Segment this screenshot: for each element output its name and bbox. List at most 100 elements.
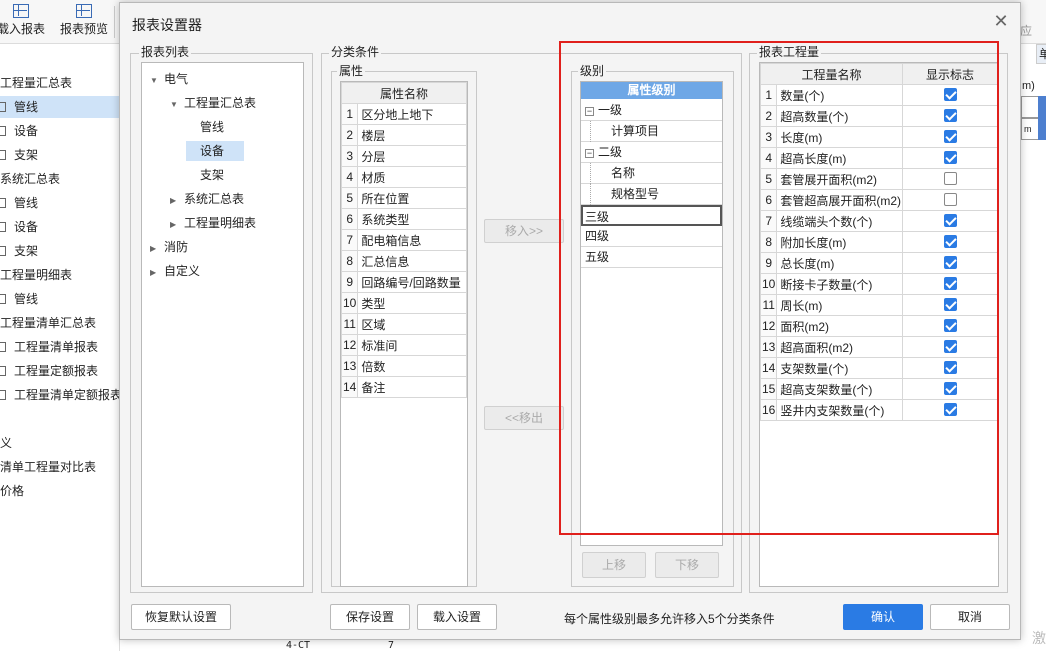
background-tree-item[interactable]: 管线 xyxy=(0,192,119,214)
attribute-row[interactable]: 2 楼层 xyxy=(341,124,467,146)
move-down-button[interactable]: 下移 xyxy=(655,552,719,578)
attribute-row[interactable]: 1 区分地上地下 xyxy=(341,103,467,125)
attribute-name: 系统类型 xyxy=(357,208,467,230)
background-tree-item[interactable]: 管线 xyxy=(0,96,119,118)
move-out-button[interactable]: <<移出 xyxy=(484,406,564,430)
caret-right-icon[interactable]: ▶ xyxy=(170,215,180,235)
caret-right-icon[interactable]: ▶ xyxy=(170,191,180,211)
background-tree-item[interactable]: 工程量清单定额报表 xyxy=(0,384,119,406)
collapse-icon[interactable]: − xyxy=(585,107,594,116)
caret-right-icon[interactable]: ▶ xyxy=(150,239,160,259)
report-tree-item[interactable]: ▶ 消防 xyxy=(150,237,188,257)
report-list-tree[interactable]: ▼ 电气 ▼ 工程量汇总表管线设备支架 ▶ 系统汇总表 ▶ 工程量明细表 ▶ 消防 ▶ 自定义 xyxy=(141,62,304,587)
caret-down-icon[interactable]: ▼ xyxy=(150,71,160,91)
move-in-button[interactable]: 移入>> xyxy=(484,219,564,243)
level-row[interactable]: 计算项目 xyxy=(581,121,722,142)
report-quantities-list[interactable]: 工程量名称 显示标志 1 数量(个) 2 超高数量(个) 3 长度(m) 4 超高长度(m) 5… xyxy=(759,62,999,587)
display-flag-checkbox[interactable] xyxy=(943,319,957,332)
report-preview-button[interactable]: 报表预览 xyxy=(56,2,112,42)
row-number: 14 xyxy=(760,357,778,379)
attribute-row[interactable]: 3 分层 xyxy=(341,145,467,167)
display-flag-checkbox[interactable] xyxy=(943,88,957,101)
display-flag-checkbox[interactable] xyxy=(943,109,957,122)
quantity-name: 面积(m2) xyxy=(776,315,903,337)
report-tree-item[interactable]: 管线 xyxy=(190,117,224,137)
display-flag-checkbox[interactable] xyxy=(943,172,957,185)
attribute-row[interactable]: 5 所在位置 xyxy=(341,187,467,209)
report-tree-item[interactable]: ▶ 系统汇总表 xyxy=(170,189,244,209)
restore-default-button[interactable]: 恢复默认设置 xyxy=(131,604,231,630)
display-flag-checkbox[interactable] xyxy=(943,277,957,290)
quantity-name-header: 工程量名称 xyxy=(760,63,903,85)
report-tree-item[interactable]: ▼ 工程量汇总表 xyxy=(170,93,256,113)
attribute-row[interactable]: 6 系统类型 xyxy=(341,208,467,230)
report-tree-item[interactable]: ▼ 电气 xyxy=(150,69,188,89)
background-tree-item[interactable]: 支架 xyxy=(0,144,119,166)
level-row[interactable]: − 二级 xyxy=(581,142,722,163)
row-number: 10 xyxy=(341,292,359,314)
attributes-list[interactable]: 属性名称 1 区分地上地下 2 楼层 3 分层 4 材质 5 所在位置 6 系统类型 7 配电箱信息 8 汇总… xyxy=(340,81,468,587)
background-tree-item[interactable]: 工程量定额报表 xyxy=(0,360,119,382)
attribute-row[interactable]: 8 汇总信息 xyxy=(341,250,467,272)
report-tree-label: 支架 xyxy=(200,168,225,182)
caret-right-icon[interactable]: ▶ xyxy=(150,263,160,283)
attributes-header: 属性名称 xyxy=(341,82,467,104)
display-flag-checkbox[interactable] xyxy=(943,193,957,206)
display-flag-checkbox[interactable] xyxy=(943,298,957,311)
attribute-row[interactable]: 7 配电箱信息 xyxy=(341,229,467,251)
collapse-icon[interactable]: − xyxy=(585,149,594,158)
level-row[interactable]: 四级 xyxy=(581,226,722,247)
display-flag-checkbox[interactable] xyxy=(943,382,957,395)
close-icon[interactable]: ✕ xyxy=(992,12,1010,30)
report-tree-item[interactable]: 设备 xyxy=(186,141,244,161)
attribute-row[interactable]: 9 回路编号/回路数量 xyxy=(341,271,467,293)
attribute-row[interactable]: 14 备注 xyxy=(341,376,467,398)
save-settings-button[interactable]: 保存设置 xyxy=(330,604,410,630)
background-tree-item[interactable]: 价格 xyxy=(0,480,119,502)
display-flag-checkbox[interactable] xyxy=(943,151,957,164)
levels-tree[interactable]: 属性级别 − 一级 计算项目 − 二级 名称规格型号三级 四级 五级 xyxy=(580,81,723,546)
background-tree-item[interactable]: 工程量清单汇总表 xyxy=(0,312,119,334)
load-report-button[interactable]: 载入报表 xyxy=(0,2,46,42)
attribute-row[interactable]: 10 类型 xyxy=(341,292,467,314)
load-settings-button[interactable]: 载入设置 xyxy=(417,604,497,630)
display-flag-checkbox[interactable] xyxy=(943,403,957,416)
level-row[interactable]: 五级 xyxy=(581,247,722,268)
report-tree-item[interactable]: ▶ 自定义 xyxy=(150,261,200,281)
display-flag-checkbox[interactable] xyxy=(943,340,957,353)
caret-down-icon[interactable]: ▼ xyxy=(170,95,180,115)
levels-header: 属性级别 xyxy=(581,82,722,99)
attribute-row[interactable]: 11 区域 xyxy=(341,313,467,335)
level-row[interactable]: 名称 xyxy=(581,163,722,184)
report-tree-item[interactable]: 支架 xyxy=(190,165,224,185)
display-flag-checkbox[interactable] xyxy=(943,256,957,269)
move-up-button[interactable]: 上移 xyxy=(582,552,646,578)
background-tree-item[interactable]: 设备 xyxy=(0,120,119,142)
display-flag-checkbox[interactable] xyxy=(943,130,957,143)
confirm-button[interactable]: 确认 xyxy=(843,604,923,630)
attribute-row[interactable]: 13 倍数 xyxy=(341,355,467,377)
level-row[interactable]: 规格型号 xyxy=(581,184,722,205)
display-flag-checkbox[interactable] xyxy=(943,214,957,227)
attribute-row[interactable]: 12 标准间 xyxy=(341,334,467,356)
display-flag-checkbox[interactable] xyxy=(943,235,957,248)
level-row[interactable]: 三级 xyxy=(581,205,722,226)
report-tree-item[interactable]: ▶ 工程量明细表 xyxy=(170,213,256,233)
background-tree-item[interactable]: 义 xyxy=(0,432,119,454)
level-label: 规格型号 xyxy=(611,187,660,201)
background-tree-item[interactable]: 管线 xyxy=(0,288,119,310)
attributes-label: 属性 xyxy=(337,64,366,78)
background-tree-item[interactable]: 系统汇总表 xyxy=(0,168,119,190)
level-row[interactable]: − 一级 xyxy=(581,100,722,121)
background-tree-item[interactable]: 支架 xyxy=(0,240,119,262)
cancel-button[interactable]: 取消 xyxy=(930,604,1010,630)
background-tree-item[interactable]: 工程量清单报表 xyxy=(0,336,119,358)
background-tree-item[interactable]: 工程量明细表 xyxy=(0,264,119,286)
background-tree-item[interactable] xyxy=(0,408,119,430)
background-tree-item[interactable]: 设备 xyxy=(0,216,119,238)
display-flag-checkbox[interactable] xyxy=(943,361,957,374)
attribute-row[interactable]: 4 材质 xyxy=(341,166,467,188)
background-tree-item[interactable]: 工程量汇总表 xyxy=(0,72,119,94)
background-tree-item[interactable]: 清单工程量对比表 xyxy=(0,456,119,478)
quantity-row: 2 超高数量(个) xyxy=(760,105,998,127)
